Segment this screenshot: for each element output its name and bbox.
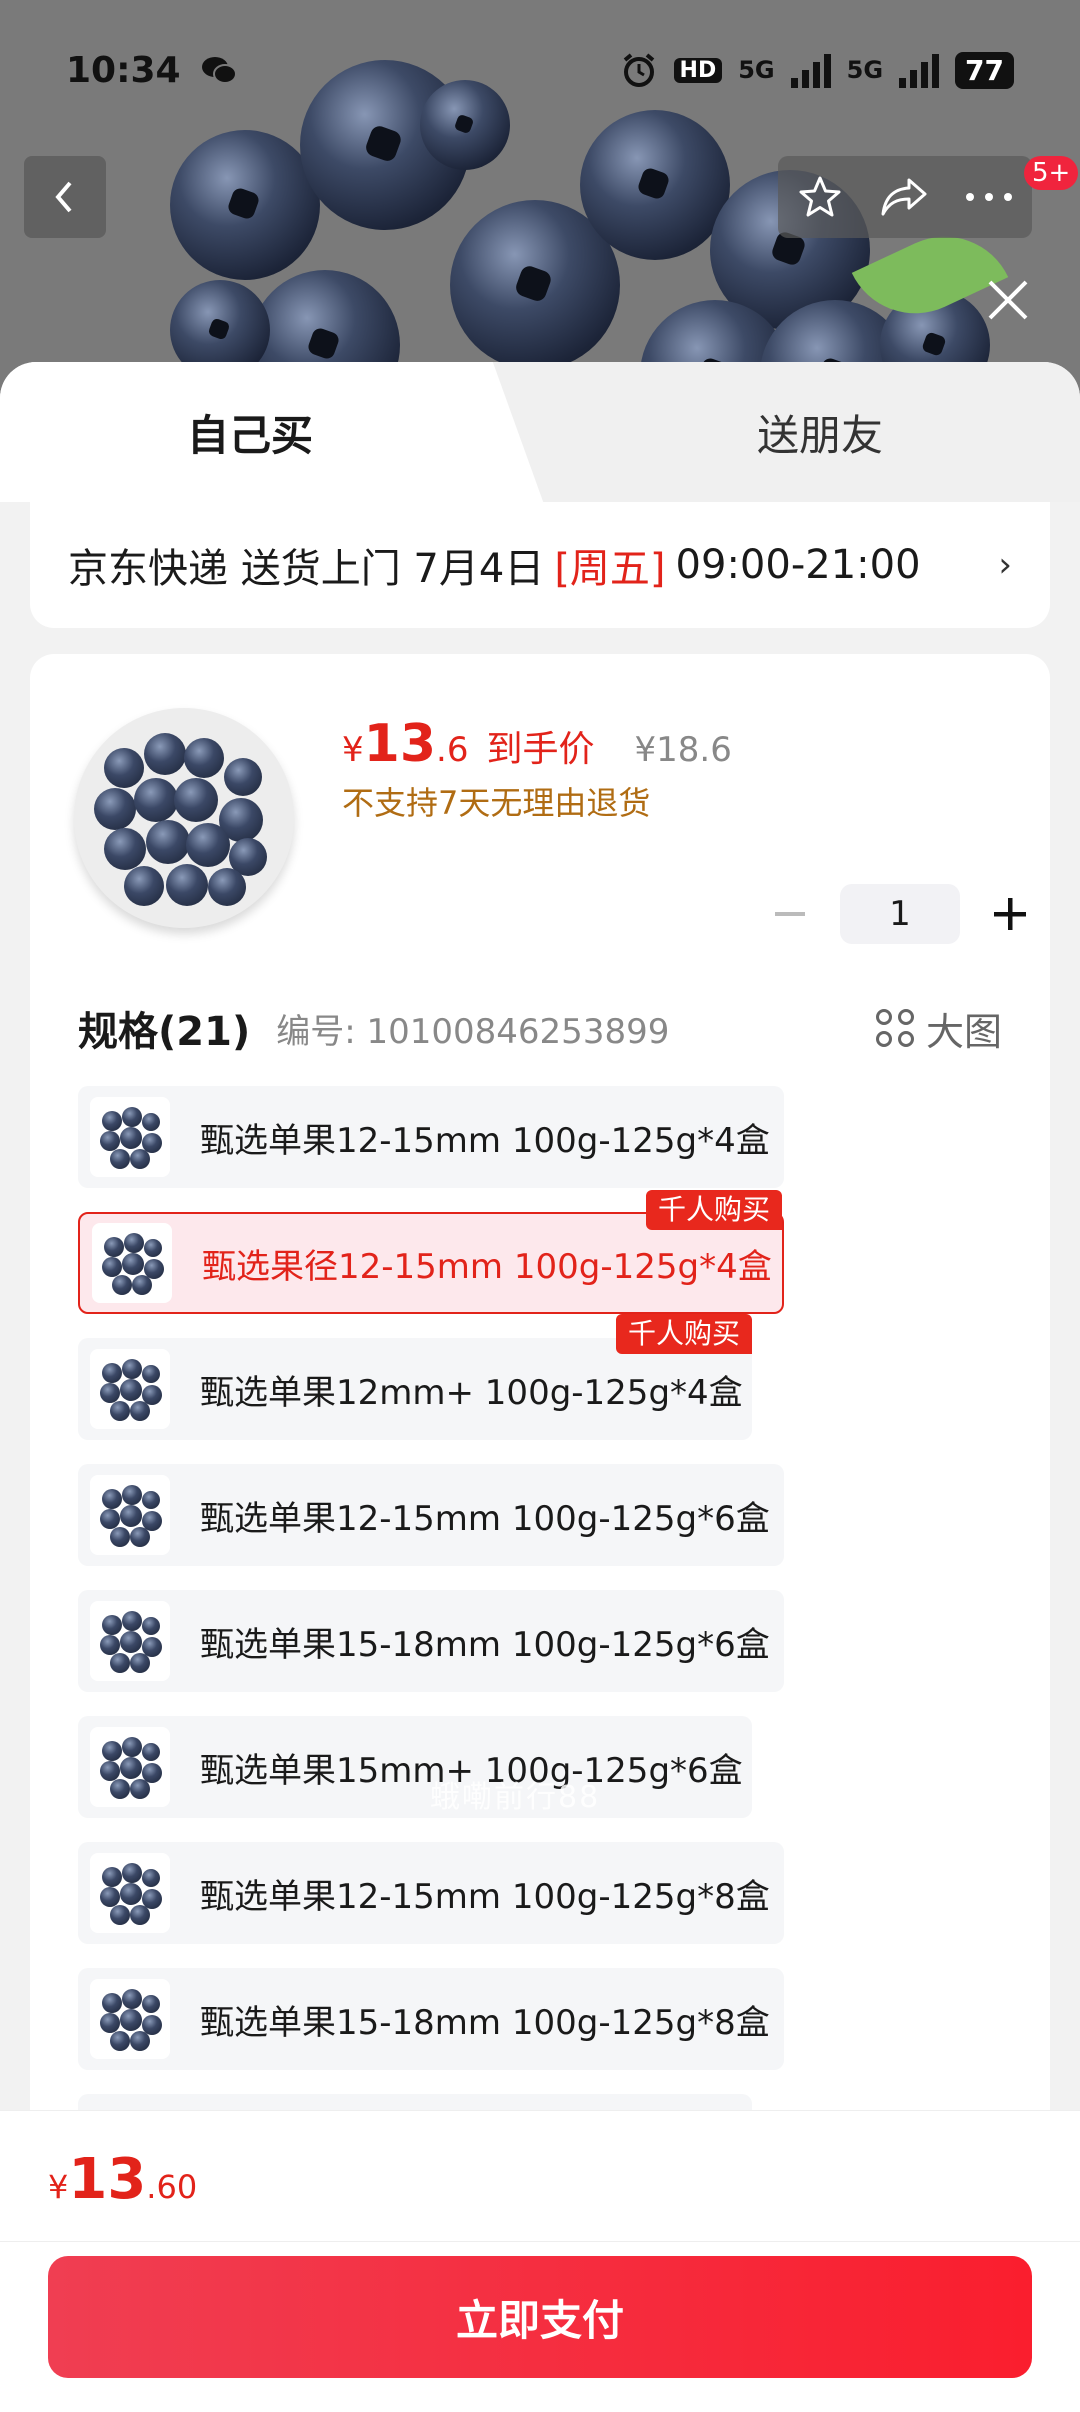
price-decimal: .60 [146, 2168, 198, 2206]
spec-title: 规格(21) [78, 1009, 251, 1055]
price-integer: 13 [363, 714, 437, 774]
close-button[interactable] [978, 270, 1038, 330]
divider [0, 2241, 1080, 2242]
price-decimal: .6 [436, 730, 469, 770]
spec-option-label: 甄选单果12-15mm 100g-125g*4盒 [200, 1120, 770, 1161]
spec-thumbnail [90, 1979, 170, 2059]
signal-icon [899, 52, 940, 88]
network-type-1: 5G [738, 56, 775, 84]
grid-icon [875, 1009, 914, 1047]
spec-option-selected[interactable]: 甄选果径12-15mm 100g-125g*4盒 千人购买 [78, 1190, 784, 1314]
tab-label: 自己买 [186, 410, 313, 460]
checkout-footer: ¥ 13 .60 立即支付 [0, 2110, 1080, 2412]
price-label: 到手价 [486, 729, 595, 770]
share-icon[interactable] [879, 174, 929, 220]
spec-option[interactable]: 甄选单果12-15mm 100g-125g*6盒 [78, 1464, 784, 1566]
spec-thumbnail [90, 1349, 170, 1429]
purchase-tabs: 自己买 送朋友 [0, 362, 1080, 502]
product-thumbnail[interactable] [74, 708, 294, 928]
spec-header: 规格(21) 编号: 10100846253899 大图 [78, 999, 1002, 1057]
spec-thumbnail [92, 1223, 172, 1303]
spec-option-label: 甄选单果15mm+ 100g-125g*6盒 [200, 1750, 743, 1791]
spec-option-label: 甄选单果15-18mm 100g-125g*6盒 [200, 1624, 770, 1665]
spec-option[interactable]: 甄选单果12-15mm 100g-125g*8盒 [78, 1842, 784, 1944]
product-code: 编号: 10100846253899 [276, 1011, 670, 1052]
spec-option-list: 甄选单果12-15mm 100g-125g*4盒 甄选果径12-15mm 100… [78, 1086, 978, 2220]
spec-thumbnail [90, 1727, 170, 1807]
spec-option[interactable]: 甄选单果15-18mm 100g-125g*6盒 [78, 1590, 784, 1692]
purchase-sheet: 自己买 送朋友 京东快递 送货上门 7月4日 [周五] 09:00-21:00 … [0, 362, 1080, 2412]
back-icon [55, 181, 72, 213]
increase-button[interactable] [980, 884, 1040, 944]
plus-icon [994, 898, 1026, 930]
battery-indicator: 77 [955, 51, 1014, 89]
spec-thumbnail [90, 1475, 170, 1555]
back-button[interactable] [24, 156, 106, 238]
pay-now-button[interactable]: 立即支付 [48, 2256, 1032, 2378]
top-actions [778, 156, 1032, 238]
spec-option[interactable]: 甄选单果12-15mm 100g-125g*4盒 [78, 1086, 784, 1188]
spec-thumbnail [90, 1601, 170, 1681]
original-price: ¥18.6 [634, 730, 732, 770]
delivery-info-row[interactable]: 京东快递 送货上门 7月4日 [周五] 09:00-21:00 › [30, 502, 1050, 628]
product-price: ¥ 13 .6 到手价 ¥18.6 [342, 714, 732, 774]
big-image-label: 大图 [925, 1009, 1002, 1054]
spec-option-label: 甄选单果12mm+ 100g-125g*4盒 [200, 1372, 743, 1413]
wechat-icon [201, 57, 237, 84]
popular-tag: 千人购买 [615, 1314, 752, 1354]
star-icon[interactable] [796, 173, 844, 221]
tab-label: 送朋友 [756, 410, 883, 460]
spec-option[interactable]: 甄选单果12mm+ 100g-125g*4盒 千人购买 [78, 1314, 752, 1440]
quantity-stepper: 1 [760, 884, 1040, 944]
big-image-toggle[interactable]: 大图 [875, 1001, 1002, 1056]
spec-option-label: 甄选单果15-18mm 100g-125g*8盒 [200, 2002, 770, 2043]
hd-icon: HD [673, 57, 723, 83]
return-policy-notice: 不支持7天无理由退货 [342, 784, 651, 822]
tab-gift-to-friend[interactable]: 送朋友 [560, 362, 1080, 502]
blueberry-graphic [170, 130, 320, 280]
spec-thumbnail [90, 1097, 170, 1177]
network-type-2: 5G [846, 56, 884, 84]
alarm-icon [623, 53, 654, 87]
price-integer: 13 [68, 2147, 147, 2212]
spec-option[interactable]: 甄选单果15mm+ 100g-125g*6盒 [78, 1716, 752, 1818]
close-icon [988, 280, 1028, 320]
price-symbol: ¥ [342, 730, 364, 770]
clock: 10:34 [66, 49, 181, 91]
total-price: ¥ 13 .60 [48, 2147, 197, 2212]
delivery-weekday: [周五] [554, 546, 666, 592]
signal-icon [790, 52, 831, 88]
more-icon[interactable] [964, 191, 1014, 203]
status-icons: HD 5G 5G 77 [620, 51, 1014, 89]
status-time-group: 10:34 [66, 50, 237, 91]
spec-thumbnail [90, 1853, 170, 1933]
price-symbol: ¥ [48, 2168, 69, 2206]
popular-tag: 千人购买 [645, 1190, 782, 1230]
decrease-button[interactable] [760, 884, 820, 944]
status-bar: 10:34 HD 5G 5G 77 [0, 0, 1080, 140]
delivery-carrier-date: 京东快递 送货上门 7月4日 [68, 546, 545, 592]
spec-option-label: 甄选果径12-15mm 100g-125g*4盒 [202, 1246, 772, 1287]
chevron-right-icon: › [998, 545, 1012, 585]
spec-option-label: 甄选单果12-15mm 100g-125g*6盒 [200, 1498, 770, 1539]
spec-option-label: 甄选单果12-15mm 100g-125g*8盒 [200, 1876, 770, 1917]
delivery-time-window: 09:00-21:00 [675, 542, 921, 588]
tab-buy-for-self[interactable]: 自己买 [0, 362, 544, 502]
notification-badge: 5+ [1024, 156, 1079, 190]
spec-option[interactable]: 甄选单果15-18mm 100g-125g*8盒 [78, 1968, 784, 2070]
quantity-field[interactable]: 1 [840, 884, 960, 944]
minus-icon [775, 912, 805, 916]
